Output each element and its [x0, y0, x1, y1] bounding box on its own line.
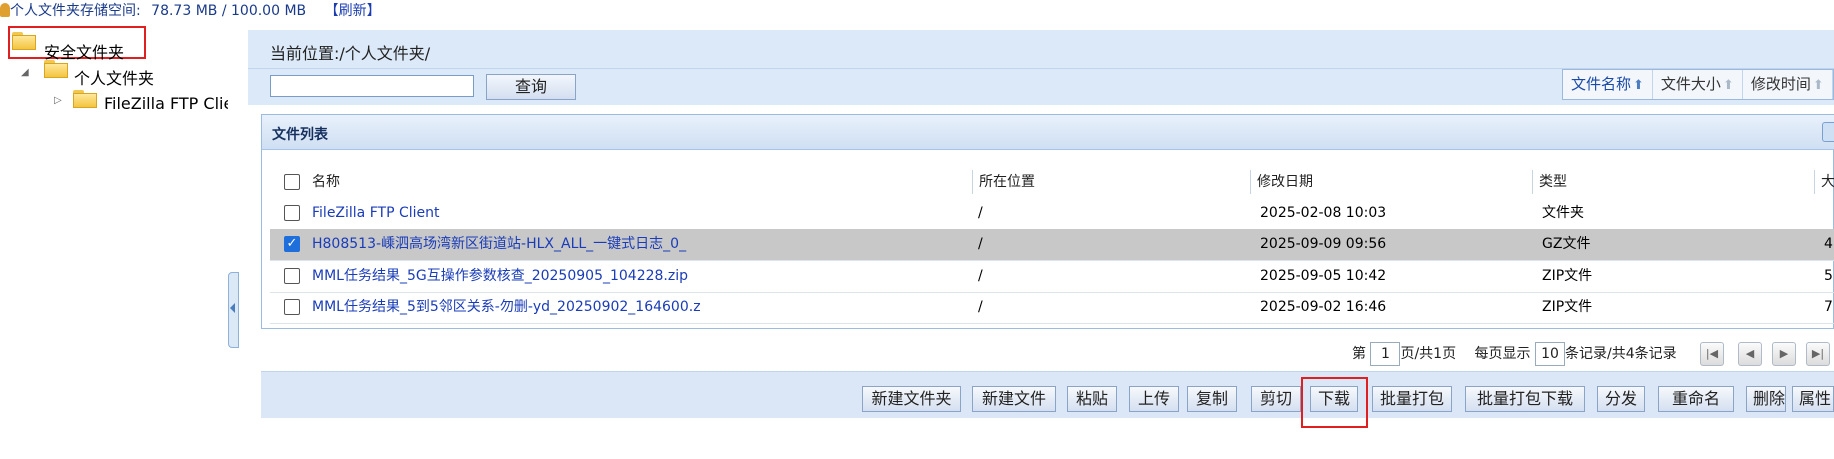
- properties-button[interactable]: 属性: [1792, 386, 1834, 412]
- cell-name[interactable]: H808513-嵊泗高场湾新区街道站-HLX_ALL_一键式日志_0_: [312, 229, 966, 260]
- delete-button[interactable]: 删除: [1746, 386, 1786, 412]
- cell-location: /: [978, 268, 983, 284]
- row-checkbox[interactable]: [284, 268, 300, 284]
- copy-button[interactable]: 复制: [1187, 386, 1237, 412]
- sort-label: 文件大小: [1660, 75, 1721, 93]
- new-file-button[interactable]: 新建文件: [972, 386, 1056, 412]
- sort-group: 文件名称 ⬆ 文件大小 ⬆ 修改时间 ⬆: [1562, 69, 1834, 100]
- first-page-icon[interactable]: |◀: [1700, 342, 1724, 366]
- cell-type: 文件夹: [1542, 205, 1584, 221]
- new-folder-button[interactable]: 新建文件夹: [862, 386, 961, 412]
- breadcrumb: 当前位置:/个人文件夹/: [270, 44, 431, 63]
- sort-arrow-icon: ⬆: [1722, 78, 1734, 93]
- cell-name[interactable]: FileZilla FTP Client: [312, 198, 966, 229]
- storage-usage: 78.73 MB / 100.00 MB: [151, 3, 307, 19]
- sort-by-name[interactable]: 文件名称 ⬆: [1563, 70, 1653, 99]
- cell-type: GZ文件: [1542, 236, 1591, 252]
- cell-size: 7,066 KB: [1824, 299, 1834, 315]
- prev-page-icon[interactable]: ◀: [1738, 342, 1762, 366]
- row-divider: [270, 323, 1834, 324]
- table-row[interactable]: MML任务结果_5到5邻区关系-勿删-yd_20250902_164600.z /…: [270, 292, 1834, 323]
- collapsed-arrow-icon[interactable]: ▷: [54, 95, 62, 106]
- cell-date: 2025-09-05 10:42: [1260, 268, 1387, 284]
- col-location[interactable]: 所在位置: [972, 170, 1255, 194]
- cell-date: 2025-09-09 09:56: [1260, 236, 1387, 252]
- cell-date: 2025-09-02 16:46: [1260, 299, 1387, 315]
- per-page-label: 每页显示: [1474, 346, 1531, 362]
- pager-page-suffix: 页/共1页: [1400, 346, 1457, 362]
- file-link[interactable]: FileZilla FTP Client: [312, 205, 440, 221]
- cell-location: /: [978, 205, 983, 221]
- sort-label: 文件名称: [1571, 75, 1632, 93]
- sort-arrow-icon: ⬆: [1812, 78, 1824, 93]
- batch-pack-button[interactable]: 批量打包: [1372, 386, 1452, 412]
- batch-pack-download-button[interactable]: 批量打包下载: [1465, 386, 1585, 412]
- row-checkbox[interactable]: [284, 205, 300, 221]
- row-checkbox[interactable]: ✓: [284, 236, 300, 252]
- pagination: 第 1 页/共1页 每页显示 10 条记录/共4条记录: [1352, 342, 1677, 368]
- folder-icon: [44, 60, 68, 78]
- per-page-suffix: 条记录/共4条记录: [1564, 346, 1677, 362]
- file-link[interactable]: MML任务结果_5G互操作参数核查_20250905_104228.zip: [312, 268, 688, 284]
- search-button[interactable]: 查询: [486, 74, 576, 100]
- paste-button[interactable]: 粘贴: [1067, 386, 1117, 412]
- cell-type: ZIP文件: [1542, 268, 1593, 284]
- folder-icon: [12, 32, 36, 50]
- page-number-input[interactable]: 1: [1370, 342, 1401, 366]
- upload-button[interactable]: 上传: [1129, 386, 1179, 412]
- cell-size: [1824, 198, 1834, 229]
- sort-arrow-icon: ⬆: [1633, 78, 1644, 93]
- user-icon: [0, 3, 10, 17]
- cell-date: 2025-02-08 10:03: [1260, 205, 1387, 221]
- last-page-icon[interactable]: ▶|: [1806, 342, 1830, 366]
- search-input[interactable]: [270, 75, 474, 97]
- collapse-panel-button[interactable]: [1822, 122, 1834, 142]
- refresh-link[interactable]: 【刷新】: [325, 3, 381, 19]
- folder-icon: [73, 90, 97, 108]
- storage-label: 个人文件夹存储空间:: [10, 3, 141, 19]
- file-link[interactable]: MML任务结果_5到5邻区关系-勿删-yd_20250902_164600.z: [312, 299, 701, 315]
- rename-button[interactable]: 重命名: [1658, 386, 1734, 412]
- expanded-arrow-icon[interactable]: ◢: [21, 67, 29, 78]
- col-name[interactable]: 名称: [306, 170, 972, 194]
- col-type[interactable]: 类型: [1532, 170, 1819, 194]
- cell-location: /: [978, 236, 983, 252]
- tree-filezilla-folder[interactable]: FileZilla FTP Client: [104, 94, 228, 113]
- col-size[interactable]: 大小: [1814, 170, 1834, 194]
- table-row[interactable]: ✓ H808513-嵊泗高场湾新区街道站-HLX_ALL_一键式日志_0_ / 202…: [270, 229, 1834, 260]
- cell-location: /: [978, 299, 983, 315]
- table-row[interactable]: FileZilla FTP Client / 2025-02-08 10:03 文件夹: [270, 198, 1834, 229]
- cell-size: 41,482 KB: [1824, 236, 1834, 252]
- tree-personal-folder[interactable]: 个人文件夹: [74, 65, 154, 89]
- file-link[interactable]: H808513-嵊泗高场湾新区街道站-HLX_ALL_一键式日志_0_: [312, 236, 686, 252]
- path-bar: [248, 30, 1834, 69]
- collapse-left-icon: [230, 303, 235, 313]
- col-date[interactable]: 修改日期: [1250, 170, 1537, 194]
- per-page-input[interactable]: 10: [1534, 342, 1565, 366]
- sort-by-size[interactable]: 文件大小 ⬆: [1653, 70, 1743, 99]
- file-list-header: [262, 115, 1834, 150]
- distribute-button[interactable]: 分发: [1597, 386, 1645, 412]
- file-list-title: 文件列表: [272, 127, 328, 143]
- select-all-checkbox[interactable]: [284, 174, 300, 190]
- sort-by-time[interactable]: 修改时间 ⬆: [1743, 70, 1833, 99]
- storage-info: 个人文件夹存储空间: 78.73 MB / 100.00 MB 【刷新】: [0, 0, 381, 19]
- highlight-download: [1301, 377, 1368, 428]
- cell-type: ZIP文件: [1542, 299, 1593, 315]
- table-header: 名称 所在位置 修改日期 类型 大小: [270, 170, 1834, 194]
- sort-label: 修改时间: [1750, 75, 1811, 93]
- row-checkbox[interactable]: [284, 299, 300, 315]
- cell-name[interactable]: MML任务结果_5G互操作参数核查_20250905_104228.zip: [312, 261, 966, 292]
- splitter-handle[interactable]: [228, 272, 239, 348]
- pager-prefix: 第: [1352, 346, 1366, 362]
- table-row[interactable]: MML任务结果_5G互操作参数核查_20250905_104228.zip / 20…: [270, 261, 1834, 292]
- cell-size: 5,052 KB: [1824, 268, 1834, 284]
- cut-button[interactable]: 剪切: [1251, 386, 1301, 412]
- cell-name[interactable]: MML任务结果_5到5邻区关系-勿删-yd_20250902_164600.z: [312, 292, 966, 323]
- next-page-icon[interactable]: ▶: [1772, 342, 1796, 366]
